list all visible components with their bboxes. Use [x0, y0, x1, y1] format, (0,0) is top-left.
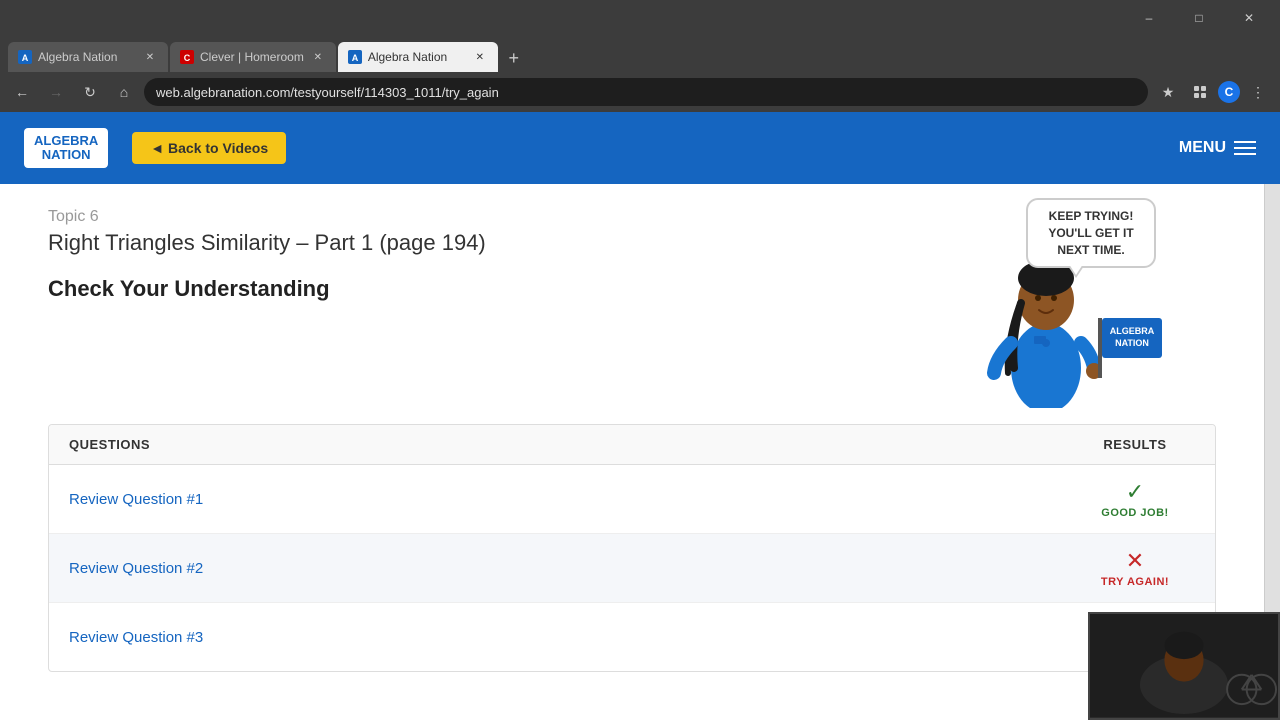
- site-header: ALGEBRA NATION ◄ Back to Videos MENU: [0, 112, 1280, 184]
- webcam-overlay: [1088, 612, 1280, 720]
- svg-text:C: C: [184, 53, 191, 63]
- question-2-link[interactable]: Review Question #2: [69, 560, 1075, 577]
- question-3-link[interactable]: Review Question #3: [69, 629, 1075, 646]
- browser-chrome: – □ ✕ A Algebra Nation ✕ C Clever | Home…: [0, 0, 1280, 112]
- result-label-1: GOOD JOB!: [1101, 507, 1168, 519]
- tab2-title: Clever | Homeroom: [200, 50, 304, 64]
- col-results-header: RESULTS: [1075, 437, 1195, 452]
- url-input[interactable]: [144, 78, 1148, 106]
- profile-icon[interactable]: C: [1218, 81, 1240, 103]
- svg-text:A: A: [352, 53, 359, 63]
- logo-box: ALGEBRA NATION: [24, 128, 108, 169]
- table-row: Review Question #3 ✕ TRY AGAIN!: [49, 603, 1215, 671]
- col-questions-header: QUESTIONS: [69, 437, 1075, 452]
- tabs-bar: A Algebra Nation ✕ C Clever | Homeroom ✕…: [0, 36, 1280, 72]
- menu-button[interactable]: MENU: [1179, 139, 1256, 157]
- correct-icon: ✓: [1126, 479, 1144, 505]
- close-button[interactable]: ✕: [1226, 4, 1272, 32]
- svg-text:ALGEBRA: ALGEBRA: [1110, 326, 1155, 336]
- character-area: KEEP TRYING!YOU'LL GET ITNEXT TIME.: [936, 208, 1216, 408]
- tab3-title: Algebra Nation: [368, 50, 466, 64]
- content-area: Topic 6 Right Triangles Similarity – Par…: [0, 184, 1264, 720]
- maximize-button[interactable]: □: [1176, 4, 1222, 32]
- new-tab-button[interactable]: +: [500, 44, 528, 72]
- speech-bubble-text: KEEP TRYING!YOU'LL GET ITNEXT TIME.: [1048, 209, 1133, 257]
- address-bar: ← → ↻ ⌂ ★ C ⋮: [0, 72, 1280, 112]
- tab-2[interactable]: C Clever | Homeroom ✕: [170, 42, 336, 72]
- svg-text:NATION: NATION: [1115, 338, 1149, 348]
- table-row: Review Question #1 ✓ GOOD JOB!: [49, 465, 1215, 534]
- tab1-close-icon[interactable]: ✕: [142, 49, 158, 65]
- more-options-icon[interactable]: ⋮: [1244, 78, 1272, 106]
- svg-text:A: A: [22, 53, 29, 63]
- extension-icon[interactable]: [1186, 78, 1214, 106]
- tab1-title: Algebra Nation: [38, 50, 136, 64]
- top-section: Topic 6 Right Triangles Similarity – Par…: [48, 208, 1216, 408]
- reload-button[interactable]: ↻: [76, 78, 104, 106]
- forward-nav-button[interactable]: →: [42, 78, 70, 106]
- logo-container: ALGEBRA NATION: [24, 128, 108, 169]
- address-icons: ★ C ⋮: [1154, 78, 1272, 106]
- hamburger-icon: [1234, 141, 1256, 155]
- back-nav-button[interactable]: ←: [8, 78, 36, 106]
- webcam-placeholder: [1090, 614, 1278, 718]
- table-row: Review Question #2 ✕ TRY AGAIN!: [49, 534, 1215, 603]
- window-controls: – □ ✕: [1126, 4, 1272, 32]
- tab2-favicon-icon: C: [180, 50, 194, 64]
- question-1-link[interactable]: Review Question #1: [69, 491, 1075, 508]
- speech-bubble: KEEP TRYING!YOU'LL GET ITNEXT TIME.: [1026, 198, 1156, 268]
- minimize-button[interactable]: –: [1126, 4, 1172, 32]
- check-heading: Check Your Understanding: [48, 276, 936, 302]
- table-header: QUESTIONS RESULTS: [49, 425, 1215, 465]
- tab-1[interactable]: A Algebra Nation ✕: [8, 42, 168, 72]
- topic-label: Topic 6: [48, 208, 936, 226]
- logo-text: ALGEBRA NATION: [34, 134, 98, 163]
- result-cell-1: ✓ GOOD JOB!: [1075, 479, 1195, 519]
- result-label-2: TRY AGAIN!: [1101, 576, 1169, 588]
- menu-label: MENU: [1179, 139, 1226, 157]
- tab3-close-icon[interactable]: ✕: [472, 49, 488, 65]
- tab3-favicon-icon: A: [348, 50, 362, 64]
- title-bar: – □ ✕: [0, 0, 1280, 36]
- bookmark-icon[interactable]: ★: [1154, 78, 1182, 106]
- wrong-icon: ✕: [1126, 548, 1144, 574]
- page-wrapper: ALGEBRA NATION ◄ Back to Videos MENU Top…: [0, 112, 1280, 720]
- topic-title: Right Triangles Similarity – Part 1 (pag…: [48, 230, 936, 256]
- back-to-videos-label: ◄ Back to Videos: [150, 140, 268, 156]
- result-cell-2: ✕ TRY AGAIN!: [1075, 548, 1195, 588]
- tab2-close-icon[interactable]: ✕: [310, 49, 326, 65]
- questions-table: QUESTIONS RESULTS Review Question #1 ✓ G…: [48, 424, 1216, 672]
- tab-3[interactable]: A Algebra Nation ✕: [338, 42, 498, 72]
- tab1-favicon-icon: A: [18, 50, 32, 64]
- home-button[interactable]: ⌂: [110, 78, 138, 106]
- text-section: Topic 6 Right Triangles Similarity – Par…: [48, 208, 936, 318]
- back-to-videos-button[interactable]: ◄ Back to Videos: [132, 132, 286, 164]
